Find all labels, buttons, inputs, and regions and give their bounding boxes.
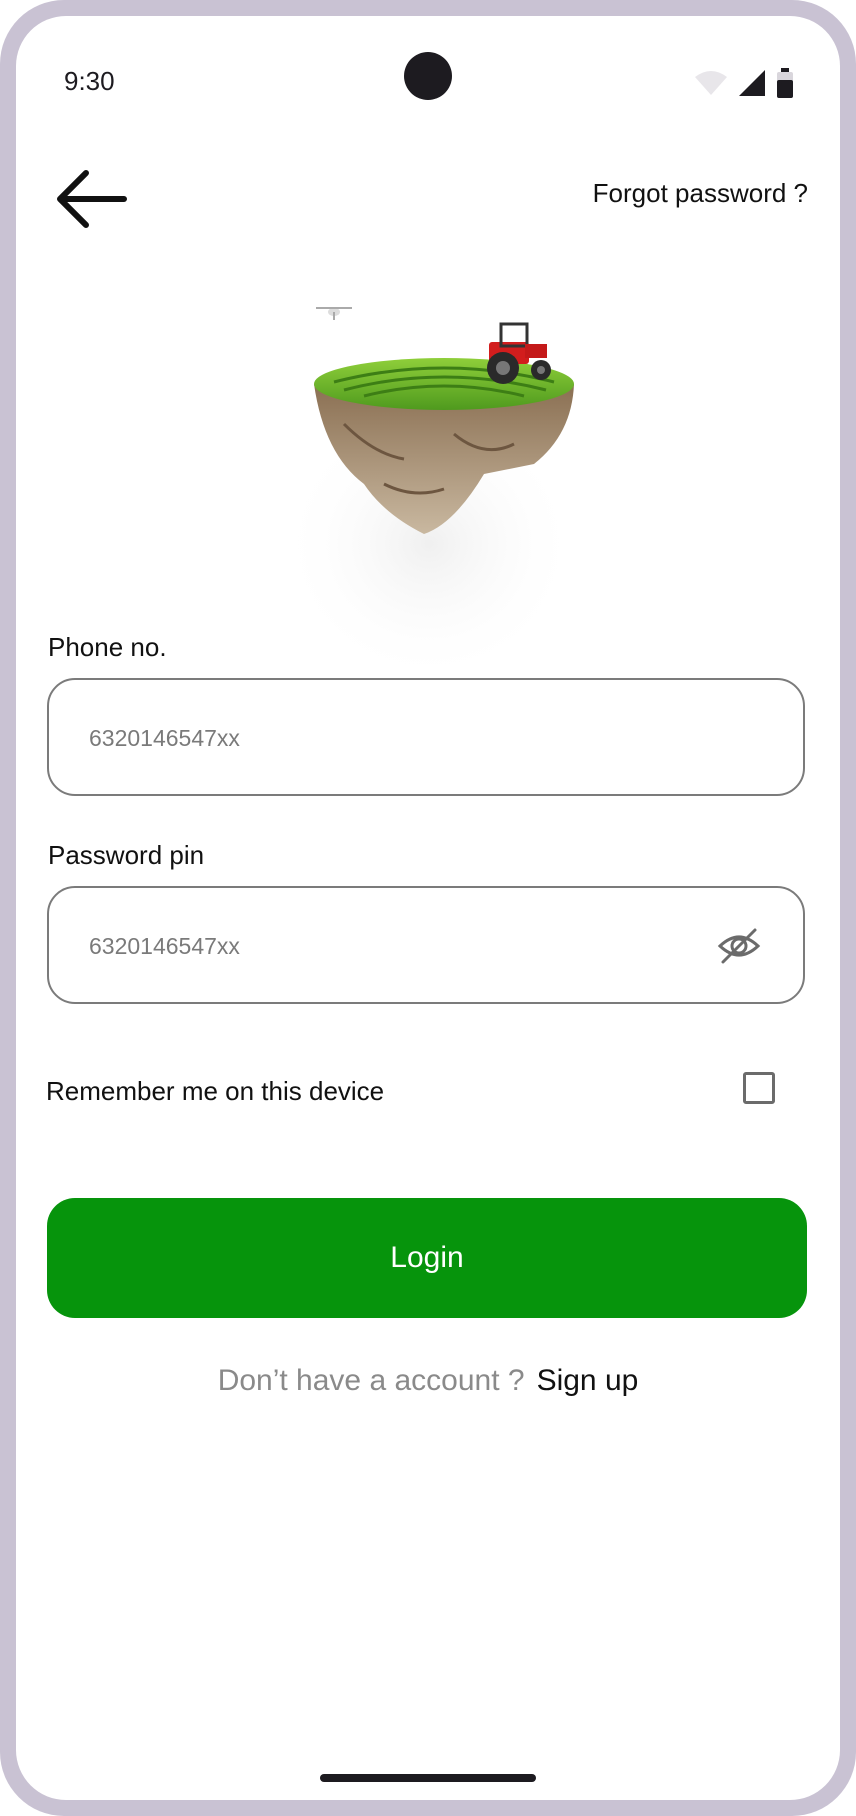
signup-row: Don’t have a account ? Sign up [16, 1364, 840, 1398]
forgot-password-link[interactable]: Forgot password ? [593, 178, 808, 209]
back-button[interactable] [52, 166, 130, 232]
screen: 9:30 Forgot password ? Phone no. 6320146… [16, 16, 840, 1800]
signal-icon [739, 70, 765, 96]
phone-field[interactable] [47, 678, 805, 796]
back-arrow-icon [57, 170, 127, 228]
wifi-icon [695, 71, 727, 95]
eye-off-icon[interactable] [717, 926, 761, 966]
remember-checkbox[interactable] [743, 1072, 775, 1104]
login-button[interactable]: Login [47, 1198, 807, 1318]
phone-label: Phone no. [48, 632, 167, 662]
device-frame: 9:30 Forgot password ? Phone no. 6320146… [0, 0, 856, 1816]
remember-label: Remember me on this device [46, 1076, 385, 1106]
home-indicator[interactable] [320, 1774, 536, 1782]
status-time: 9:30 [64, 66, 115, 96]
status-icons [694, 68, 794, 98]
phone-input[interactable] [87, 714, 711, 762]
password-field[interactable] [47, 886, 805, 1004]
signup-link[interactable]: Sign up [537, 1364, 639, 1397]
password-input[interactable] [87, 922, 711, 970]
signup-question: Don’t have a account ? [217, 1364, 525, 1397]
camera-cutout [404, 52, 452, 100]
farm-illustration [279, 307, 579, 684]
battery-icon [777, 68, 793, 98]
password-label: Password pin [48, 840, 205, 870]
